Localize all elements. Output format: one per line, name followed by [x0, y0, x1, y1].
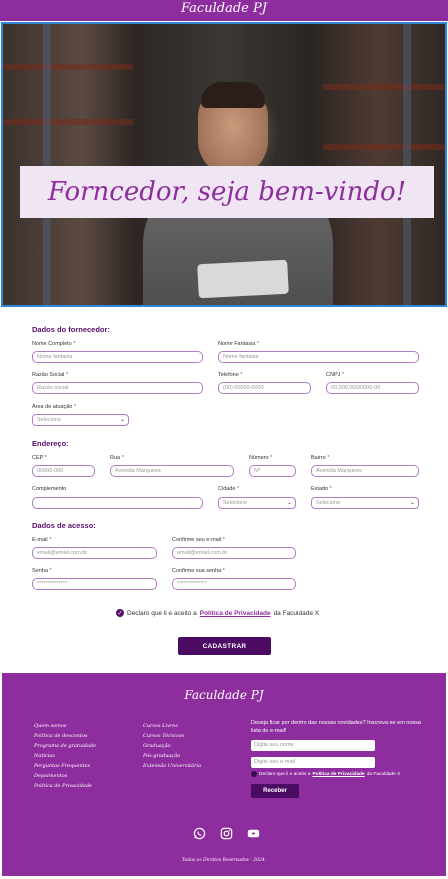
phone-input[interactable]: (00) 00000-0000	[218, 382, 311, 394]
footer-logo[interactable]: Faculdade PJ	[2, 688, 446, 702]
trade-name-label: Nome Fantasia *	[218, 341, 259, 347]
area-select-value: Selecione	[37, 417, 62, 423]
newsletter-consent-prefix: Declaro que li e aceito a	[259, 771, 311, 777]
phone-label: Telefone *	[218, 372, 243, 378]
newsletter-name-input[interactable]: Digite seu nome	[251, 740, 375, 751]
state-label: Estado *	[311, 486, 332, 492]
instagram-icon[interactable]	[220, 827, 233, 840]
company-name-label: Razão Social *	[32, 372, 69, 378]
whatsapp-icon[interactable]	[193, 827, 206, 840]
privacy-policy-link[interactable]: Política de Privacidade	[200, 610, 271, 617]
copyright-text: Todos os Direitos Reservados - 2024.	[181, 858, 267, 863]
hero-banner-image: Forncedor, seja bem-vindo!	[1, 22, 447, 307]
district-label: Bairro *	[311, 455, 330, 461]
newsletter-consent: Declaro que li e aceito a Política de Pr…	[251, 771, 400, 777]
street-input[interactable]: Avenida Marquees	[110, 465, 234, 477]
footer-link[interactable]: Extensão Universitária	[143, 761, 201, 771]
footer-links-courses: Cursos Livres Cursos Técnicos Graduação …	[143, 721, 201, 771]
supplier-section-title: Dados do fornecedor:	[32, 325, 110, 334]
state-select-value: Selecione	[316, 500, 341, 506]
access-section-title: Dados de acesso:	[32, 521, 96, 530]
consent-checkbox[interactable]: ✓	[116, 609, 124, 617]
footer-links-institutional: Quem somos Política de descontos Program…	[34, 721, 96, 791]
password-input[interactable]: **************	[32, 578, 157, 590]
shelf-decor	[3, 119, 133, 125]
register-button[interactable]: CADASTRAR	[178, 637, 271, 655]
city-label: Cidade *	[218, 486, 240, 492]
footer-link[interactable]: Política de Privacidade	[34, 781, 96, 791]
cep-label: CEP *	[32, 455, 47, 461]
city-select-value: Selecione	[223, 500, 248, 506]
footer-link[interactable]: Notícias	[34, 751, 96, 761]
address-section-title: Endereço:	[32, 439, 69, 448]
footer-link[interactable]: Cursos Livres	[143, 721, 201, 731]
area-label: Área de atuação *	[32, 404, 77, 410]
footer-link[interactable]: Política de descontos	[34, 731, 96, 741]
number-label: Número *	[249, 455, 273, 461]
area-select[interactable]: Selecione ⌄	[32, 414, 129, 426]
shelf-decor	[323, 144, 445, 150]
password-confirm-input[interactable]: **************	[172, 578, 296, 590]
shelf-decor	[3, 64, 133, 70]
newsletter-privacy-link[interactable]: Política de Privacidade	[312, 772, 364, 777]
youtube-icon[interactable]	[247, 827, 260, 840]
trade-name-input[interactable]: Nome fantasia	[218, 351, 419, 363]
street-label: Rua *	[110, 455, 124, 461]
complement-input[interactable]	[32, 497, 203, 509]
newsletter-consent-checkbox[interactable]	[251, 771, 257, 777]
supplier-form: Dados do fornecedor: Nome Completo * Nom…	[0, 308, 448, 673]
company-name-input[interactable]: Razão social	[32, 382, 203, 394]
chevron-down-icon: ⌄	[286, 500, 292, 506]
cnpj-input[interactable]: 00.000.000/0000-00	[326, 382, 419, 394]
email-confirm-label: Confirme seu e-mail *	[172, 537, 225, 543]
footer: Faculdade PJ Quem somos Política de desc…	[2, 673, 446, 876]
newsletter-consent-suffix: da Faculdade X	[366, 771, 401, 777]
district-input[interactable]: Avenida Marquees	[311, 465, 419, 477]
state-select[interactable]: Selecione ⌄	[311, 497, 419, 509]
tablet-device	[197, 259, 289, 299]
shelf-decor	[323, 84, 445, 90]
welcome-text: Forncedor, seja bem-vindo!	[47, 177, 407, 207]
newsletter-text: Deseja ficar por dentro das nossas novid…	[251, 720, 421, 734]
consent-prefix: Declaro que li e aceito a	[127, 609, 197, 617]
footer-link[interactable]: Pós-graduação	[143, 751, 201, 761]
cnpj-label: CNPJ *	[326, 372, 345, 378]
email-input[interactable]: email@email.com.br	[32, 547, 157, 559]
newsletter-submit-button[interactable]: Receber	[251, 784, 299, 798]
footer-link[interactable]: Quem somos	[34, 721, 96, 731]
person-hair	[201, 82, 265, 108]
welcome-banner: Forncedor, seja bem-vindo!	[20, 166, 434, 218]
site-logo[interactable]: Faculdade PJ	[0, 1, 448, 16]
footer-link[interactable]: Programa de gratuidade	[34, 741, 96, 751]
complement-label: Complemento	[32, 486, 67, 492]
email-confirm-input[interactable]: email@email.com.br	[172, 547, 296, 559]
footer-link[interactable]: Depoimentos	[34, 771, 96, 781]
cep-input[interactable]: 00000-000	[32, 465, 95, 477]
number-input[interactable]: Nº	[249, 465, 296, 477]
password-confirm-label: Confirme sua senha *	[172, 568, 225, 574]
full-name-input[interactable]: Nome fantasia	[32, 351, 203, 363]
newsletter-email-input[interactable]: Digite seu e-mail	[251, 757, 375, 768]
footer-link[interactable]: Graduação	[143, 741, 201, 751]
consent-suffix: da Faculdade X	[273, 609, 320, 617]
chevron-down-icon: ⌄	[119, 417, 125, 423]
chevron-down-icon: ⌄	[409, 500, 415, 506]
full-name-label: Nome Completo *	[32, 341, 76, 347]
footer-link[interactable]: Cursos Técnicos	[143, 731, 201, 741]
privacy-consent: ✓ Declaro que li e aceito a Política de …	[116, 609, 319, 617]
footer-link[interactable]: Perguntas Frequentes	[34, 761, 96, 771]
password-label: Senha *	[32, 568, 52, 574]
email-label: E-mail *	[32, 537, 52, 543]
city-select[interactable]: Selecione ⌄	[218, 497, 296, 509]
top-bar: Faculdade PJ	[0, 0, 448, 21]
